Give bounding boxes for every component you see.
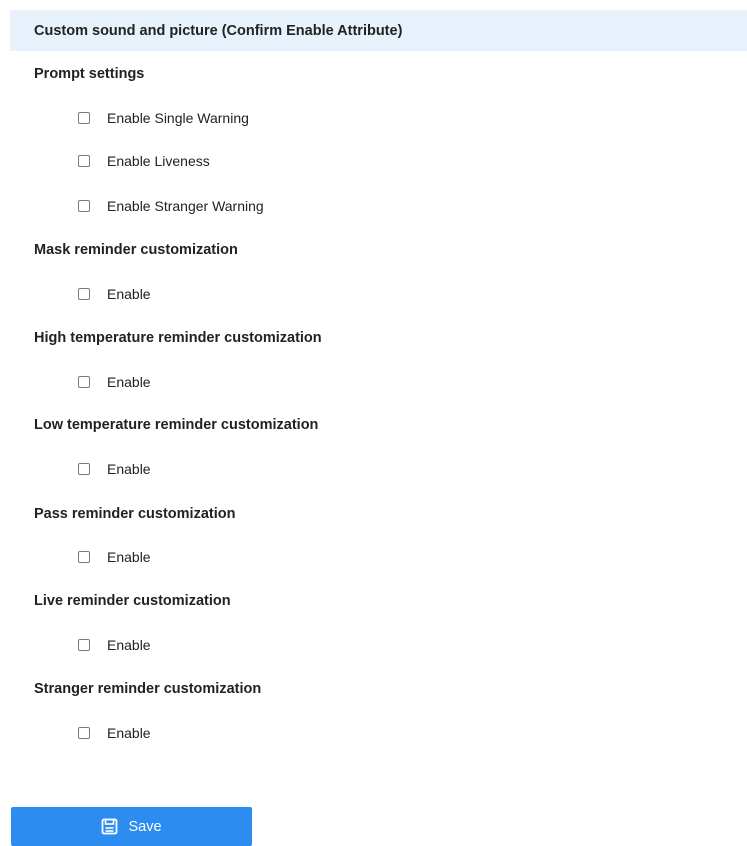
section-title-mask-reminder: Mask reminder customization: [34, 242, 238, 258]
option-enable-single-warning[interactable]: Enable Single Warning: [78, 109, 249, 127]
section-title-prompt-settings: Prompt settings: [34, 66, 145, 82]
option-label: Enable: [107, 637, 151, 653]
checkbox-live-reminder-enable[interactable]: [78, 639, 90, 651]
option-low-temperature-enable[interactable]: Enable: [78, 460, 151, 478]
save-icon: [101, 818, 118, 835]
option-live-reminder-enable[interactable]: Enable: [78, 636, 151, 654]
option-mask-reminder-enable[interactable]: Enable: [78, 285, 151, 303]
option-stranger-reminder-enable[interactable]: Enable: [78, 724, 151, 742]
option-enable-stranger-warning[interactable]: Enable Stranger Warning: [78, 197, 264, 215]
checkbox-enable-liveness[interactable]: [78, 155, 90, 167]
section-title-high-temperature-reminder: High temperature reminder customization: [34, 330, 322, 346]
section-title-low-temperature-reminder: Low temperature reminder customization: [34, 417, 319, 433]
checkbox-enable-single-warning[interactable]: [78, 112, 90, 124]
option-pass-reminder-enable[interactable]: Enable: [78, 548, 151, 566]
option-label: Enable: [107, 461, 151, 477]
option-label: Enable Liveness: [107, 153, 210, 169]
section-title-stranger-reminder: Stranger reminder customization: [34, 681, 262, 697]
option-enable-liveness[interactable]: Enable Liveness: [78, 152, 210, 170]
save-button-label: Save: [128, 818, 162, 835]
checkbox-mask-reminder-enable[interactable]: [78, 288, 90, 300]
checkbox-high-temperature-enable[interactable]: [78, 376, 90, 388]
option-label: Enable: [107, 374, 151, 390]
checkbox-pass-reminder-enable[interactable]: [78, 551, 90, 563]
option-label: Enable: [107, 725, 151, 741]
section-header: Custom sound and picture (Confirm Enable…: [10, 10, 747, 51]
section-header-title: Custom sound and picture (Confirm Enable…: [34, 22, 403, 39]
section-title-pass-reminder: Pass reminder customization: [34, 506, 236, 522]
option-label: Enable: [107, 549, 151, 565]
section-title-live-reminder: Live reminder customization: [34, 593, 231, 609]
option-high-temperature-enable[interactable]: Enable: [78, 373, 151, 391]
option-label: Enable: [107, 286, 151, 302]
checkbox-stranger-reminder-enable[interactable]: [78, 727, 90, 739]
checkbox-low-temperature-enable[interactable]: [78, 463, 90, 475]
option-label: Enable Stranger Warning: [107, 198, 264, 214]
checkbox-enable-stranger-warning[interactable]: [78, 200, 90, 212]
save-button[interactable]: Save: [11, 807, 252, 846]
option-label: Enable Single Warning: [107, 110, 249, 126]
